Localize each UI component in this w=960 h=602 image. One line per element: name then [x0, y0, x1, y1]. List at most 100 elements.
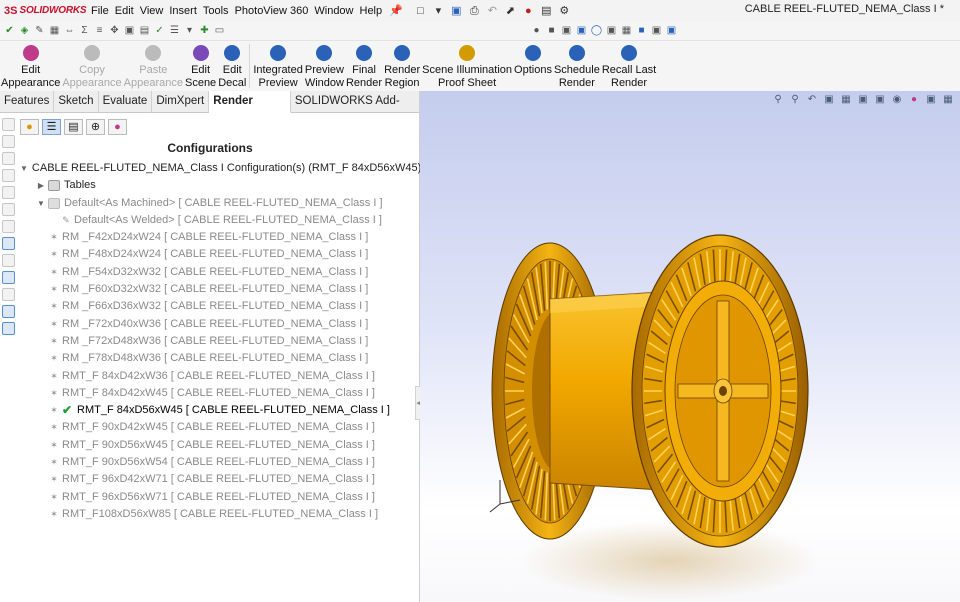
view-orient-icon[interactable]: ●	[530, 24, 543, 37]
displaymanager-tab-icon[interactable]: ●	[108, 119, 127, 135]
pin-icon[interactable]: 📌	[389, 4, 403, 17]
insert-component-icon[interactable]: ✚	[198, 24, 211, 37]
mirror-icon[interactable]: ⇔	[63, 24, 76, 37]
save-icon[interactable]: ▣	[449, 4, 464, 18]
dropdown-icon[interactable]: ▾	[183, 24, 196, 37]
copy-appearance-button[interactable]: Copy Appearance	[61, 41, 122, 91]
tab-dimxpert[interactable]: DimXpert	[152, 91, 210, 113]
table-icon[interactable]: ▤	[138, 24, 151, 37]
scene-icon[interactable]: ▣	[605, 24, 618, 37]
side-tool-icon[interactable]	[2, 254, 15, 267]
select-icon[interactable]: ⬈	[503, 4, 518, 18]
options-gear-icon[interactable]: ⚙	[557, 4, 572, 18]
collapse-chevron-icon[interactable]: ▼	[20, 160, 28, 177]
recall-last-render-button[interactable]: Recall Last Render	[601, 41, 657, 91]
grid-icon[interactable]: ▦	[48, 24, 61, 37]
cube-icon[interactable]: ▣	[123, 24, 136, 37]
section-view-icon[interactable]: ■	[545, 24, 558, 37]
configuration-item[interactable]: ✶ ✔ RMT_F 84xD56xW45 [ CABLE REEL-FLUTED_N…	[20, 402, 416, 419]
edit-scene-button[interactable]: Edit Scene	[184, 41, 217, 91]
side-tool-icon[interactable]	[2, 237, 15, 250]
display-style-icon[interactable]: ▣	[560, 24, 573, 37]
configuration-item[interactable]: ✶ RMT_F 96xD56xW71 [ CABLE REEL-FLUTED_NE…	[20, 489, 416, 506]
confirm-icon[interactable]: ✔	[3, 24, 16, 37]
configuration-item[interactable]: ✶ RM _F54xD32xW32 [ CABLE REEL-FLUTED_NEM…	[20, 264, 416, 281]
menu-photoview-360[interactable]: PhotoView 360	[232, 5, 312, 17]
menu-tools[interactable]: Tools	[200, 5, 232, 17]
smart-dimension-icon[interactable]: ◈	[18, 24, 31, 37]
featuremanager-tab-icon[interactable]: ●	[20, 119, 39, 135]
configurationmanager-tab-icon[interactable]: ▤	[64, 119, 83, 135]
tab-features[interactable]: Features	[0, 91, 55, 113]
tab-evaluate[interactable]: Evaluate	[99, 91, 153, 113]
side-tool-icon[interactable]	[2, 203, 15, 216]
configuration-item[interactable]: ✶ RM _F42xD24xW24 [ CABLE REEL-FLUTED_NEM…	[20, 229, 416, 246]
edit-appearance-button[interactable]: Edit Appearance	[0, 41, 61, 91]
configuration-item[interactable]: ✶ RM _F60xD32xW32 [ CABLE REEL-FLUTED_NEM…	[20, 281, 416, 298]
side-tool-icon[interactable]	[2, 220, 15, 233]
menu-view[interactable]: View	[137, 5, 167, 17]
open-icon[interactable]: ▾	[431, 4, 446, 18]
new-document-icon[interactable]: □	[413, 4, 428, 18]
tab-solidworks-add-ins[interactable]: SOLIDWORKS Add-Ins	[291, 91, 420, 128]
menu-file[interactable]: File	[88, 5, 112, 17]
move-icon[interactable]: ✥	[108, 24, 121, 37]
configuration-item[interactable]: ✶ RMT_F 90xD56xW45 [ CABLE REEL-FLUTED_NE…	[20, 437, 416, 454]
undo-icon[interactable]: ↶	[485, 4, 500, 18]
collapse-chevron-icon[interactable]: ▼	[34, 195, 48, 212]
dimxpertmanager-tab-icon[interactable]: ⊕	[86, 119, 105, 135]
print-icon[interactable]: ⎙	[467, 4, 482, 18]
configuration-item[interactable]: ✶ RMT_F 90xD42xW45 [ CABLE REEL-FLUTED_NE…	[20, 419, 416, 436]
render-icon[interactable]: ■	[635, 24, 648, 37]
configuration-item[interactable]: ✶ RM _F72xD48xW36 [ CABLE REEL-FLUTED_NEM…	[20, 333, 416, 350]
render-region-button[interactable]: Render Region	[383, 41, 421, 91]
configuration-item[interactable]: ✶ RMT_F 90xD56xW54 [ CABLE REEL-FLUTED_NE…	[20, 454, 416, 471]
side-tool-icon[interactable]	[2, 186, 15, 199]
integrated-preview-button[interactable]: Integrated Preview	[252, 41, 304, 91]
configuration-item[interactable]: ✶ RMT_F108xD56xW85 [ CABLE REEL-FLUTED_NE…	[20, 506, 416, 523]
view-settings-icon[interactable]: ▦	[620, 24, 633, 37]
configuration-item[interactable]: ✶ RMT_F 84xD42xW36 [ CABLE REEL-FLUTED_NE…	[20, 368, 416, 385]
sum-icon[interactable]: Σ	[78, 24, 91, 37]
default-machined-node[interactable]: ▼ Default<As Machined> [ CABLE REEL-FLUT…	[20, 195, 416, 212]
configuration-item[interactable]: ✶ RMT_F 84xD42xW45 [ CABLE REEL-FLUTED_NE…	[20, 385, 416, 402]
ref-geometry-icon[interactable]: ▭	[213, 24, 226, 37]
preview-window-button[interactable]: Preview Window	[304, 41, 345, 91]
rebuild-icon[interactable]: ●	[521, 4, 536, 18]
tab-sketch[interactable]: Sketch	[54, 91, 99, 113]
configuration-item[interactable]: ✶ RM _F72xD40xW36 [ CABLE REEL-FLUTED_NEM…	[20, 316, 416, 333]
sketch-icon[interactable]: ✎	[33, 24, 46, 37]
default-welded-node[interactable]: ✎ Default<As Welded> [ CABLE REEL-FLUTED…	[20, 212, 416, 229]
tree-root-node[interactable]: ▼ CABLE REEL-FLUTED_NEMA_Class I Configu…	[20, 160, 421, 177]
menu-edit[interactable]: Edit	[112, 5, 137, 17]
paste-appearance-button[interactable]: Paste Appearance	[123, 41, 184, 91]
menu-help[interactable]: Help	[357, 5, 386, 17]
side-tool-icon[interactable]	[2, 288, 15, 301]
graphics-viewport[interactable]: ⚲ ⚲ ↶ ▣ ▦ ▣ ▣ ◉ ● ▣ ▦	[420, 91, 960, 602]
solidworks-logo[interactable]: 3S SOLIDWORKS	[0, 5, 88, 17]
configuration-item[interactable]: ✶ RMT_F 96xD42xW71 [ CABLE REEL-FLUTED_NE…	[20, 471, 416, 488]
file-properties-icon[interactable]: ▤	[539, 4, 554, 18]
final-render-button[interactable]: Final Render	[345, 41, 383, 91]
hide-show-icon[interactable]: ▣	[575, 24, 588, 37]
menu-insert[interactable]: Insert	[166, 5, 200, 17]
edit-decal-button[interactable]: Edit Decal	[217, 41, 247, 91]
schedule-render-button[interactable]: Schedule Render	[553, 41, 601, 91]
side-tool-icon[interactable]	[2, 322, 15, 335]
configuration-item[interactable]: ✶ RM _F48xD24xW24 [ CABLE REEL-FLUTED_NEM…	[20, 246, 416, 263]
stack-icon[interactable]: ☰	[168, 24, 181, 37]
expand-chevron-icon[interactable]: ▶	[34, 177, 48, 194]
side-tool-icon[interactable]	[2, 271, 15, 284]
shading-icon[interactable]: ▣	[665, 24, 678, 37]
side-tool-icon[interactable]	[2, 169, 15, 182]
check-circle-icon[interactable]: ✓	[153, 24, 166, 37]
scene-illumination-button[interactable]: Scene Illumination Proof Sheet	[421, 41, 513, 91]
side-tool-icon[interactable]	[2, 118, 15, 131]
align-icon[interactable]: ≡	[93, 24, 106, 37]
tables-node[interactable]: ▶ Tables	[20, 177, 416, 194]
screen-capture-icon[interactable]: ▣	[650, 24, 663, 37]
tab-render-tools[interactable]: Render Tools	[209, 91, 291, 128]
options-button[interactable]: Options	[513, 41, 553, 91]
side-tool-icon[interactable]	[2, 305, 15, 318]
appearance-icon[interactable]: ◯	[590, 24, 603, 37]
